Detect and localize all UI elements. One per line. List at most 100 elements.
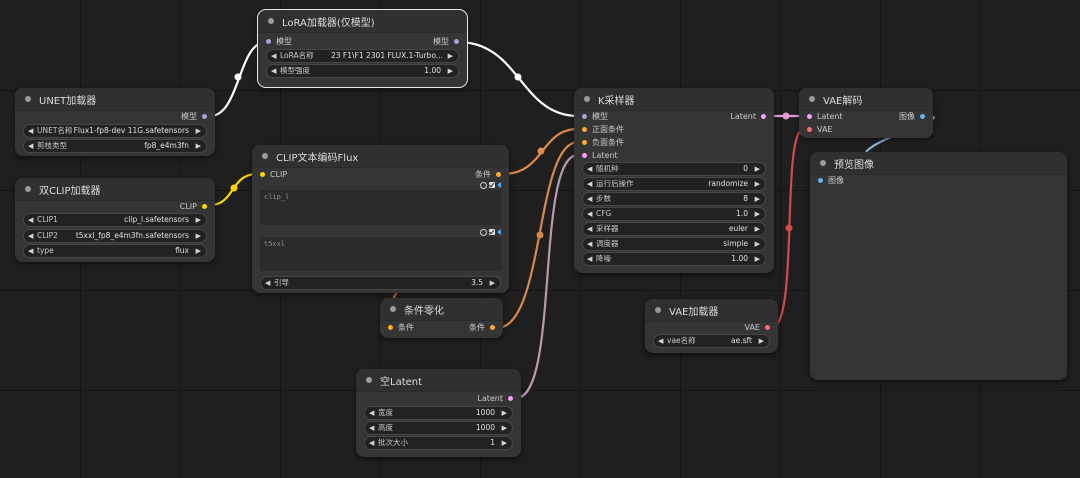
left-arrow-icon[interactable]: ◀ xyxy=(587,163,592,175)
input-conditioning[interactable]: 条件 xyxy=(388,321,414,334)
lora-loader-node[interactable]: LoRA加载器(仅模型) 模型 模型 ◀ LoRA名称 23 F1\F1 2301 … xyxy=(257,9,468,88)
left-arrow-icon[interactable]: ◀ xyxy=(587,223,592,235)
input-model[interactable]: 模型 xyxy=(582,110,608,123)
right-arrow-icon[interactable]: ▶ xyxy=(755,193,760,205)
height-input[interactable]: ◀ 高度 1000 ▶ xyxy=(364,421,513,435)
collapse-dot-icon[interactable] xyxy=(262,153,268,159)
sampler-select[interactable]: ◀ 采样器 euler ▶ xyxy=(582,222,766,236)
speaker-icon[interactable] xyxy=(497,229,501,235)
socket-dot-icon[interactable] xyxy=(582,127,587,132)
right-arrow-icon[interactable]: ▶ xyxy=(196,140,201,152)
vae-loader-node[interactable]: VAE加载器 VAE ◀ vae名称 ae.sft ▶ xyxy=(645,299,778,353)
output-conditioning[interactable]: 条件 xyxy=(475,168,501,181)
unet-loader-node[interactable]: UNET加载器 模型 ◀ UNET名称 Flux1-fp8-dev 11G.safe… xyxy=(15,88,215,156)
output-latent[interactable]: Latent xyxy=(730,110,766,123)
collapse-dot-icon[interactable] xyxy=(25,186,31,192)
checkbox-icon[interactable] xyxy=(489,229,495,235)
left-arrow-icon[interactable]: ◀ xyxy=(369,407,374,419)
circle-icon[interactable] xyxy=(480,182,487,189)
socket-dot-icon[interactable] xyxy=(496,172,501,177)
left-arrow-icon[interactable]: ◀ xyxy=(28,230,33,242)
output-clip[interactable]: CLIP xyxy=(180,200,207,213)
node-title-bar[interactable]: 双CLIP加载器 xyxy=(15,178,215,201)
socket-dot-icon[interactable] xyxy=(920,114,925,119)
clip-text-encode-flux-node[interactable]: CLIP文本编码Flux CLIP 条件 clip_l t5xxl ◀ 引导 3.5… xyxy=(252,145,509,293)
collapse-dot-icon[interactable] xyxy=(390,306,396,312)
type-select[interactable]: ◀ type flux ▶ xyxy=(23,244,207,258)
left-arrow-icon[interactable]: ◀ xyxy=(587,193,592,205)
right-arrow-icon[interactable]: ▶ xyxy=(759,335,764,347)
left-arrow-icon[interactable]: ◀ xyxy=(271,65,276,77)
right-arrow-icon[interactable]: ▶ xyxy=(196,245,201,257)
collapse-dot-icon[interactable] xyxy=(366,377,372,383)
conditioning-zero-out-node[interactable]: 条件零化 条件 条件 xyxy=(380,298,503,338)
left-arrow-icon[interactable]: ◀ xyxy=(587,238,592,250)
collapse-dot-icon[interactable] xyxy=(584,96,590,102)
preview-image-node[interactable]: 预览图像 图像 xyxy=(810,152,1067,380)
node-title-bar[interactable]: 空Latent xyxy=(356,369,521,392)
node-title-bar[interactable]: 预览图像 xyxy=(810,152,1067,175)
output-latent[interactable]: Latent xyxy=(477,392,513,405)
left-arrow-icon[interactable]: ◀ xyxy=(271,50,276,62)
input-vae[interactable]: VAE xyxy=(807,123,833,136)
input-image[interactable]: 图像 xyxy=(818,174,844,187)
scheduler-select[interactable]: ◀ 调度器 simple ▶ xyxy=(582,237,766,251)
socket-dot-icon[interactable] xyxy=(490,325,495,330)
batch-size-input[interactable]: ◀ 批次大小 1 ▶ xyxy=(364,436,513,450)
socket-dot-icon[interactable] xyxy=(454,39,459,44)
node-title-bar[interactable]: VAE解码 xyxy=(799,88,933,111)
model-strength-input[interactable]: ◀ 模型强度 1.00 ▶ xyxy=(266,64,459,78)
output-model[interactable]: 模型 xyxy=(181,110,207,123)
output-image[interactable]: 图像 xyxy=(899,110,925,123)
circle-icon[interactable] xyxy=(480,229,487,236)
output-vae[interactable]: VAE xyxy=(745,321,770,334)
ksampler-node[interactable]: K采样器 模型 Latent 正面条件 负面条件 Latent ◀ 随机种 0 ▶ ◀… xyxy=(574,88,774,273)
left-arrow-icon[interactable]: ◀ xyxy=(587,178,592,190)
node-title-bar[interactable]: VAE加载器 xyxy=(645,299,778,322)
right-arrow-icon[interactable]: ▶ xyxy=(755,163,760,175)
node-title-bar[interactable]: CLIP文本编码Flux xyxy=(252,145,509,168)
right-arrow-icon[interactable]: ▶ xyxy=(755,208,760,220)
right-arrow-icon[interactable]: ▶ xyxy=(502,422,507,434)
left-arrow-icon[interactable]: ◀ xyxy=(28,125,33,137)
socket-dot-icon[interactable] xyxy=(266,39,271,44)
dual-clip-loader-node[interactable]: 双CLIP加载器 CLIP ◀ CLIP1 clip_l.safetensors ▶ … xyxy=(15,178,215,262)
denoise-input[interactable]: ◀ 降噪 1.00 ▶ xyxy=(582,252,766,266)
left-arrow-icon[interactable]: ◀ xyxy=(369,437,374,449)
lora-name-select[interactable]: ◀ LoRA名称 23 F1\F1 2301 FLUX.1-Turbo... ▶ xyxy=(266,49,459,63)
left-arrow-icon[interactable]: ◀ xyxy=(369,422,374,434)
input-latent[interactable]: Latent xyxy=(807,110,843,123)
collapse-dot-icon[interactable] xyxy=(809,96,815,102)
node-title-bar[interactable]: K采样器 xyxy=(574,88,774,111)
socket-dot-icon[interactable] xyxy=(761,114,766,119)
left-arrow-icon[interactable]: ◀ xyxy=(28,140,33,152)
right-arrow-icon[interactable]: ▶ xyxy=(755,178,760,190)
right-arrow-icon[interactable]: ▶ xyxy=(196,214,201,226)
unet-name-select[interactable]: ◀ UNET名称 Flux1-fp8-dev 11G.safetensors ▶ xyxy=(23,124,207,138)
right-arrow-icon[interactable]: ▶ xyxy=(196,125,201,137)
right-arrow-icon[interactable]: ▶ xyxy=(502,437,507,449)
vae-name-select[interactable]: ◀ vae名称 ae.sft ▶ xyxy=(653,334,770,348)
empty-latent-node[interactable]: 空Latent Latent ◀ 宽度 1000 ▶ ◀ 高度 1000 ▶ ◀ 批次大小 1 ▶ xyxy=(356,369,521,457)
right-arrow-icon[interactable]: ▶ xyxy=(502,407,507,419)
socket-dot-icon[interactable] xyxy=(582,114,587,119)
right-arrow-icon[interactable]: ▶ xyxy=(490,277,495,289)
socket-dot-icon[interactable] xyxy=(765,325,770,330)
input-positive[interactable]: 正面条件 xyxy=(582,123,624,136)
clip-l-textarea[interactable]: clip_l xyxy=(260,190,501,225)
width-input[interactable]: ◀ 宽度 1000 ▶ xyxy=(364,406,513,420)
left-arrow-icon[interactable]: ◀ xyxy=(28,245,33,257)
output-conditioning[interactable]: 条件 xyxy=(469,321,495,334)
socket-dot-icon[interactable] xyxy=(202,204,207,209)
node-title-bar[interactable]: LoRA加载器(仅模型) xyxy=(258,10,467,33)
collapse-dot-icon[interactable] xyxy=(820,160,826,166)
socket-dot-icon[interactable] xyxy=(508,396,513,401)
socket-dot-icon[interactable] xyxy=(818,178,823,183)
clip1-select[interactable]: ◀ CLIP1 clip_l.safetensors ▶ xyxy=(23,213,207,227)
input-latent[interactable]: Latent xyxy=(582,149,618,162)
seed-input[interactable]: ◀ 随机种 0 ▶ xyxy=(582,162,766,176)
collapse-dot-icon[interactable] xyxy=(268,18,274,24)
node-title-bar[interactable]: 条件零化 xyxy=(380,298,503,321)
right-arrow-icon[interactable]: ▶ xyxy=(755,223,760,235)
node-title-bar[interactable]: UNET加载器 xyxy=(15,88,215,111)
